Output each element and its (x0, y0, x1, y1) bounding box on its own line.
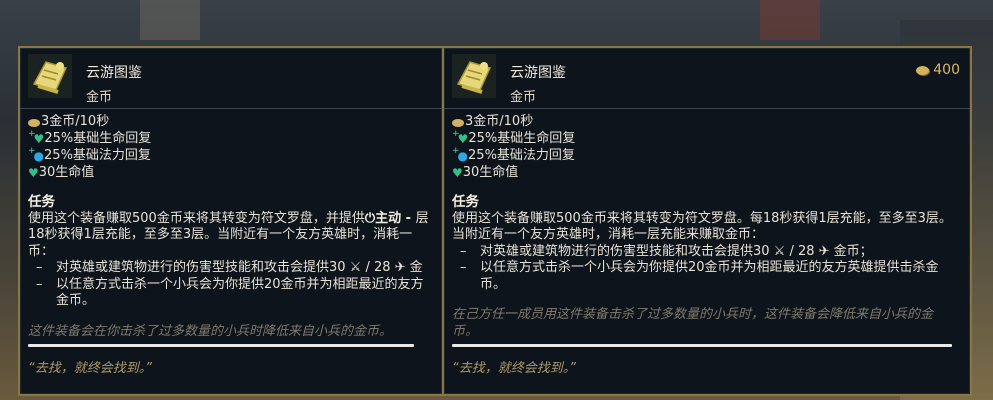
stat-health: ♥ 30生命值 (452, 165, 519, 181)
list-item: – 以任意方式击杀一个小兵会为你提供20金币并为相距最近的友方 金币。 (36, 276, 424, 309)
flavor-text: 在己方任一成员用这件装备击杀了过多数量的小兵时，这件装备会降低来自小兵的金币。 (452, 307, 934, 339)
tooltip-body: 3金币/10秒 + ♥ 25%基础生命回复 + ● 25%基础法力回复 ♥ 30生命… (28, 114, 442, 378)
health-icon: ♥ (452, 166, 463, 180)
item-subtitle: 金币 (510, 90, 537, 105)
list-item: – 以任意方式击杀一个小兵会为你提供20金币并为相距最近的友方英雄提供击杀金币。 (460, 260, 939, 292)
scroll-map-item-icon (452, 54, 496, 98)
item-title: 云游图鉴 (510, 65, 566, 81)
active-ability-icon: ⏻ (364, 210, 376, 226)
stat-health-regen: + ♥ 25%基础生命回复 (28, 129, 442, 148)
item-tooltip-left: 云游图鉴 金币 3金币/10秒 + ♥ 25%基础生命回复 + ● 25%基础法力回… (18, 46, 444, 396)
item-title: 云游图鉴 (86, 65, 142, 81)
quote-text: “去找，就终会找到。” (28, 361, 152, 376)
quote-text: “去找，就终会找到。” (452, 361, 576, 376)
plus-icon: + (452, 129, 460, 140)
list-item: – 对英雄或建筑物进行的伤害型技能和攻击会提供30 ⚔ / 28 ✈ 金 (36, 260, 423, 275)
divider (444, 108, 970, 109)
quest-title: 任务 (452, 194, 479, 210)
tooltip-header: 云游图鉴 金币 400 (452, 54, 962, 105)
plus-icon: + (28, 129, 36, 140)
stat-gold: 3金币/10秒 (28, 114, 442, 131)
divider (20, 108, 442, 109)
tooltip-header: 云游图鉴 金币 (28, 54, 434, 105)
plus-icon: + (28, 146, 36, 157)
quest-title: 任务 (28, 194, 55, 210)
item-price: 400 (916, 62, 960, 78)
separator-bar (452, 344, 952, 347)
scroll-map-item-icon (28, 54, 72, 98)
stat-gold: 3金币/10秒 (452, 114, 970, 131)
quest-desc-line2: 18秒获得1层充能，至多至3层。当附近有一个友方英雄时，消耗一 (28, 227, 413, 242)
background-decor (760, 0, 820, 40)
item-tooltip-right: 云游图鉴 金币 400 3金币/10秒 + ♥ 25%基础生命回复 + ● 25%基… (442, 46, 972, 396)
tooltip-body: 3金币/10秒 + ♥ 25%基础生命回复 + ● 25%基础法力回复 ♥ 30生命… (452, 114, 970, 378)
quest-desc-line3: 币： (28, 243, 55, 259)
stat-health-regen: + ♥ 25%基础生命回复 (452, 129, 970, 148)
stat-mana-regen: + ● 25%基础法力回复 (452, 146, 970, 165)
list-item: – 对英雄或建筑物进行的伤害型技能和攻击会提供30 ⚔ / 28 ✈ 金币； (460, 243, 873, 259)
plus-icon: + (452, 146, 460, 157)
quest-desc-line1: 使用这个装备赚取500金币来将其转变为符文罗盘，并提供⏻主动 - 层 (28, 210, 429, 226)
quest-desc: 使用这个装备赚取500金币来将其转变为符文罗盘。每18秒获得1层充能，至多至3层… (452, 210, 952, 243)
background-decor (140, 0, 200, 40)
gold-coin-icon (916, 65, 930, 75)
flavor-text: 这件装备会在你击杀了过多数量的小兵时降低来自小兵的金币。 (28, 323, 393, 339)
stat-mana-regen: + ● 25%基础法力回复 (28, 146, 442, 165)
item-subtitle: 金币 (86, 90, 113, 105)
health-icon: ♥ (28, 166, 39, 180)
separator-bar (28, 344, 414, 347)
stat-health: ♥ 30生命值 (28, 165, 95, 181)
